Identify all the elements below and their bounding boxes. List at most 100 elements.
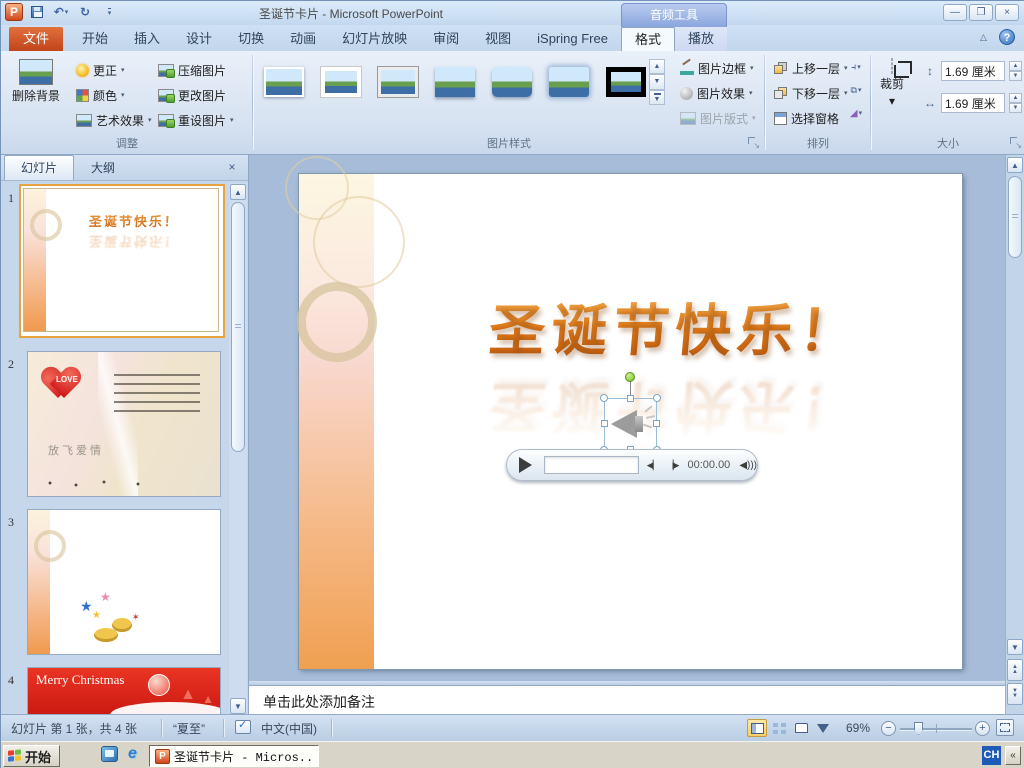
tab-slideshow[interactable]: 幻灯片放映 <box>329 27 420 51</box>
save-button[interactable] <box>27 3 47 21</box>
picture-style-option-5[interactable] <box>487 59 537 105</box>
slide-4-thumbnail[interactable]: Merry Christmas ▲ ▲ <box>27 667 221 715</box>
picture-effects-button[interactable]: 图片效果 ▾ <box>675 82 761 104</box>
tab-transitions[interactable]: 切换 <box>225 27 277 51</box>
slide-2-thumbnail[interactable]: LOVE 放飞爱情 <box>27 351 221 497</box>
shape-height-field[interactable] <box>941 61 1005 81</box>
rotation-handle[interactable] <box>625 372 635 382</box>
minimize-ribbon-button[interactable]: △ <box>976 30 991 45</box>
change-picture-button[interactable]: 更改图片 <box>153 84 239 106</box>
slideshow-view-button[interactable] <box>813 719 833 737</box>
slides-scroll-down-button[interactable]: ▼ <box>230 698 246 714</box>
ime-language-indicator[interactable]: CH <box>982 746 1001 765</box>
resize-handle-e[interactable] <box>653 420 660 427</box>
reading-view-button[interactable] <box>791 719 811 737</box>
tab-home[interactable]: 开始 <box>69 27 121 51</box>
zoom-slider-thumb[interactable] <box>914 722 923 735</box>
shape-width-field[interactable] <box>941 93 1005 113</box>
taskbar-task-button[interactable]: P 圣诞节卡片 - Micros... <box>149 745 319 767</box>
fit-slide-to-window-button[interactable] <box>996 719 1014 736</box>
tab-animations[interactable]: 动画 <box>277 27 329 51</box>
bring-forward-button[interactable]: 上移一层 ▾ <box>769 57 853 79</box>
audio-move-back-button[interactable]: ◀▏ <box>647 460 660 471</box>
previous-slide-button[interactable]: ▲ ▲ <box>1007 659 1023 681</box>
minimize-button[interactable]: — <box>943 4 967 21</box>
powerpoint-app-icon[interactable]: P <box>5 3 23 21</box>
slides-scroll-thumb[interactable] <box>231 202 245 452</box>
tab-outline[interactable]: 大纲 <box>74 155 132 180</box>
picture-style-option-4[interactable] <box>430 59 480 105</box>
picture-style-option-7[interactable] <box>601 59 651 105</box>
resize-handle-nw[interactable] <box>600 394 608 402</box>
tray-collapse-button[interactable]: « <box>1005 746 1021 765</box>
tab-view[interactable]: 视图 <box>472 27 524 51</box>
audio-move-forward-button[interactable]: ▕▶ <box>667 460 680 471</box>
gallery-scroll-up-button[interactable]: ▲ <box>649 59 665 75</box>
tab-format[interactable]: 格式 <box>620 27 675 51</box>
close-button[interactable]: × <box>995 4 1019 21</box>
normal-view-button[interactable] <box>747 719 767 737</box>
reset-picture-button[interactable]: 重设图片 ▾ <box>153 109 239 131</box>
picture-style-option-2[interactable] <box>316 59 366 105</box>
selection-pane-button[interactable]: 选择窗格 <box>769 107 853 129</box>
picture-style-option-1[interactable] <box>259 59 309 105</box>
remove-background-button[interactable]: 删除背景 <box>7 55 65 108</box>
align-button[interactable]: ⫞ ▾ <box>845 57 867 77</box>
slide-sorter-view-button[interactable] <box>769 719 789 737</box>
color-button[interactable]: 颜色 ▾ <box>71 84 157 106</box>
slides-scroll-up-button[interactable]: ▲ <box>230 184 246 200</box>
group-objects-button[interactable]: ⧉ ▾ <box>845 80 867 100</box>
close-pane-icon[interactable]: × <box>224 160 240 176</box>
restore-button[interactable]: ❐ <box>969 4 993 21</box>
zoom-out-button[interactable]: − <box>881 721 896 736</box>
resize-handle-w[interactable] <box>601 420 608 427</box>
canvas-scroll-thumb[interactable] <box>1008 176 1022 258</box>
slide-title-text[interactable]: 圣诞节快乐！ <box>405 286 945 367</box>
picture-style-option-6[interactable] <box>544 59 594 105</box>
zoom-in-button[interactable]: + <box>975 721 990 736</box>
picture-style-option-3[interactable] <box>373 59 423 105</box>
tab-design[interactable]: 设计 <box>173 27 225 51</box>
next-slide-button[interactable]: ▼ ▼ <box>1007 683 1023 705</box>
rotate-button[interactable]: ◢ ▾ <box>845 103 867 123</box>
crop-button[interactable]: 裁剪 ▾ <box>875 55 912 112</box>
tab-playback[interactable]: 播放 <box>674 27 727 51</box>
artistic-effects-button[interactable]: 艺术效果 ▾ <box>71 109 157 131</box>
slide-editing-surface[interactable]: 圣诞节快乐！ 圣诞节快乐！ ◀▏ ▕▶ 00:00.00 ◀))) <box>285 156 962 669</box>
gallery-scroll-down-button[interactable]: ▼ <box>649 74 665 90</box>
tab-insert[interactable]: 插入 <box>121 27 173 51</box>
start-button[interactable]: 开始 <box>3 745 61 767</box>
slides-pane-scrollbar[interactable]: ▲ ▼ <box>229 183 247 715</box>
tab-review[interactable]: 审阅 <box>420 27 472 51</box>
notes-pane[interactable]: 单击此处添加备注 <box>249 685 1005 714</box>
resize-handle-n[interactable] <box>626 395 634 402</box>
corrections-button[interactable]: 更正 ▾ <box>71 59 157 81</box>
compress-pictures-button[interactable]: 压缩图片 <box>153 59 239 81</box>
picture-layout-button[interactable]: 图片版式 ▾ <box>675 107 761 129</box>
canvas-scrollbar[interactable]: ▲ ▼ ▲ ▲ ▼ ▼ <box>1005 155 1024 714</box>
audio-play-button[interactable] <box>519 457 532 473</box>
resize-handle-ne[interactable] <box>653 394 661 402</box>
audio-progress-track[interactable] <box>544 456 639 474</box>
customize-qat-button[interactable]: ▾ <box>99 3 119 21</box>
canvas-scroll-down-button[interactable]: ▼ <box>1007 639 1023 655</box>
shape-width-stepper[interactable]: ▲ ▼ <box>1009 93 1022 113</box>
help-button[interactable]: ? <box>999 29 1015 45</box>
send-backward-button[interactable]: 下移一层 ▾ <box>769 82 853 104</box>
tab-slides-thumbnails[interactable]: 幻灯片 <box>4 155 75 180</box>
gallery-more-button[interactable]: ▼ <box>649 89 665 105</box>
tab-ispring-free[interactable]: iSpring Free <box>524 27 621 51</box>
tab-file[interactable]: 文件 <box>9 27 64 51</box>
spellcheck-status-icon[interactable] <box>235 718 251 734</box>
language-status[interactable]: 中文(中国) <box>261 720 317 737</box>
internet-explorer-icon[interactable]: e <box>128 746 137 762</box>
zoom-percentage[interactable]: 69% <box>846 721 870 735</box>
slide-3-thumbnail[interactable]: ★ ★ ★ ✶ <box>27 509 221 655</box>
picture-border-button[interactable]: 图片边框 ▾ <box>675 57 761 79</box>
slide-1-thumbnail[interactable]: 圣诞节快乐！ 圣诞节快乐！ <box>19 184 225 338</box>
audio-volume-button[interactable]: ◀))) <box>739 460 757 471</box>
undo-button[interactable]: ↶ ▾ <box>51 3 71 21</box>
show-desktop-icon[interactable] <box>101 746 118 762</box>
redo-button[interactable]: ↻ <box>75 3 95 21</box>
shape-height-stepper[interactable]: ▲ ▼ <box>1009 61 1022 81</box>
